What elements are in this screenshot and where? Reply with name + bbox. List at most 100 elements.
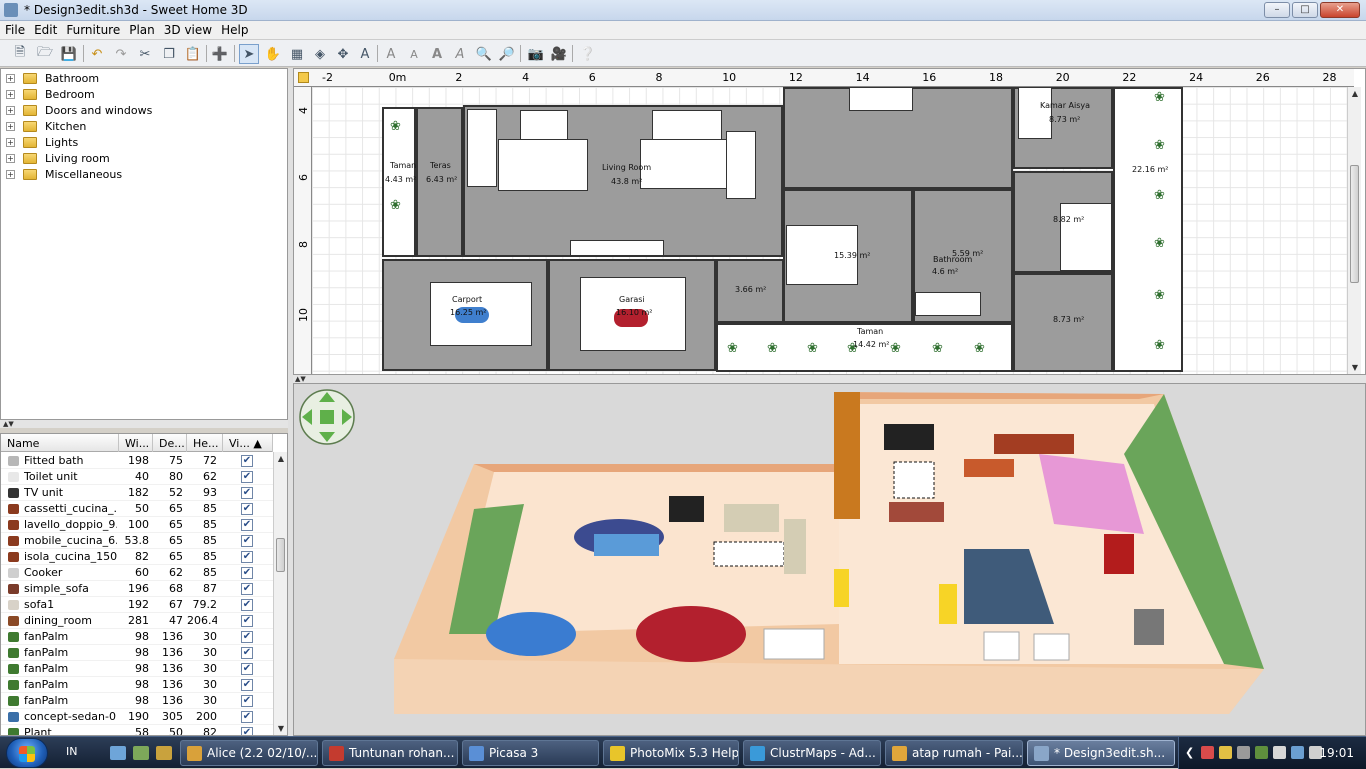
scroll-up-arrow[interactable]: ▲ — [274, 452, 287, 466]
scroll-up-arrow[interactable]: ▲ — [1348, 87, 1362, 101]
catalog-category-lights[interactable]: + Lights — [6, 134, 78, 150]
language-indicator[interactable]: IN — [66, 745, 77, 758]
table-row[interactable]: lavello_doppio_9... 100 65 85 ✔ — [1, 517, 273, 533]
visible-checkbox[interactable]: ✔ — [241, 471, 253, 483]
visible-checkbox[interactable]: ✔ — [241, 599, 253, 611]
visible-checkbox[interactable]: ✔ — [241, 631, 253, 643]
visible-checkbox[interactable]: ✔ — [241, 647, 253, 659]
undo-icon[interactable]: ↶ — [87, 44, 107, 64]
menu-edit[interactable]: Edit — [29, 21, 61, 39]
menu-help[interactable]: Help — [216, 21, 252, 39]
taskbar-button[interactable]: ClustrMaps - Ad... — [743, 740, 881, 766]
taskbar-button[interactable]: * Design3edit.sh... — [1027, 740, 1175, 766]
plan-3d-splitter[interactable]: ▲▼ — [293, 375, 1366, 383]
scroll-thumb[interactable] — [276, 538, 285, 572]
maximize-button[interactable]: □ — [1292, 2, 1318, 18]
minimize-button[interactable]: – — [1264, 2, 1290, 18]
table-row[interactable]: dining_room 281 47 206.4 ✔ — [1, 613, 273, 629]
add-furniture-icon[interactable]: ➕ — [210, 44, 230, 64]
fitted-bath[interactable] — [915, 292, 981, 316]
menu-furniture[interactable]: Furniture — [61, 21, 124, 39]
table-row[interactable]: Cooker 60 62 85 ✔ — [1, 565, 273, 581]
visible-checkbox[interactable]: ✔ — [241, 679, 253, 691]
close-button[interactable]: ✕ — [1320, 2, 1360, 18]
create-photo-icon[interactable]: 📷 — [526, 44, 546, 64]
visible-checkbox[interactable]: ✔ — [241, 551, 253, 563]
new-icon[interactable]: 🗎 — [10, 44, 30, 64]
tray-icon[interactable] — [1219, 746, 1232, 759]
plan-view[interactable]: -2 0m 2 4 6 8 10 12 14 16 18 20 22 24 26 28 4 6 8 10 — [293, 68, 1366, 375]
create-dimensions-icon[interactable]: ✥ — [333, 44, 353, 64]
catalog-splitter[interactable]: ▲▼ — [0, 420, 290, 428]
visible-checkbox[interactable]: ✔ — [241, 535, 253, 547]
column-name[interactable]: Name — [1, 434, 119, 452]
coffee-table[interactable] — [498, 139, 588, 191]
cut-icon[interactable]: ✂ — [135, 44, 155, 64]
open-icon[interactable]: 🗁 — [35, 44, 55, 64]
catalog-category-living-room[interactable]: + Living room — [6, 150, 110, 166]
table-row[interactable]: fanPalm 98 136 30 ✔ — [1, 645, 273, 661]
add-text-icon[interactable]: A — [355, 44, 375, 64]
armchair[interactable] — [520, 110, 568, 140]
kitchen-island[interactable] — [849, 87, 913, 111]
scroll-down-arrow[interactable]: ▼ — [274, 722, 287, 735]
tray-icon[interactable] — [1255, 746, 1268, 759]
create-rooms-icon[interactable]: ◈ — [310, 44, 330, 64]
column-height[interactable]: He... — [187, 434, 223, 452]
tray-icon[interactable] — [1237, 746, 1250, 759]
visible-checkbox[interactable]: ✔ — [241, 727, 253, 735]
visible-checkbox[interactable]: ✔ — [241, 663, 253, 675]
tray-icon[interactable] — [1201, 746, 1214, 759]
visible-checkbox[interactable]: ✔ — [241, 455, 253, 467]
tv-unit[interactable] — [726, 131, 756, 199]
zoom-in-icon[interactable]: 🔍 — [474, 44, 494, 64]
table-row[interactable]: Fitted bath 198 75 72 ✔ — [1, 453, 273, 469]
visible-checkbox[interactable]: ✔ — [241, 711, 253, 723]
table-row[interactable]: fanPalm 98 136 30 ✔ — [1, 677, 273, 693]
table-row[interactable]: fanPalm 98 136 30 ✔ — [1, 661, 273, 677]
catalog-category-doors-and-windows[interactable]: + Doors and windows — [6, 102, 152, 118]
visible-checkbox[interactable]: ✔ — [241, 695, 253, 707]
bed-2[interactable] — [1060, 203, 1112, 271]
quick-launch-icon[interactable] — [156, 746, 172, 760]
sofa[interactable] — [467, 109, 497, 187]
scroll-down-arrow[interactable]: ▼ — [1348, 361, 1362, 374]
visible-checkbox[interactable]: ✔ — [241, 567, 253, 579]
catalog-category-bathroom[interactable]: + Bathroom — [6, 70, 99, 86]
table-row[interactable]: concept-sedan-0... 190 305 200 ✔ — [1, 709, 273, 725]
menu-plan[interactable]: Plan — [124, 21, 159, 39]
sofa1[interactable] — [652, 110, 722, 140]
column-depth[interactable]: De... — [153, 434, 187, 452]
table-row[interactable]: cassetti_cucina_... 50 65 85 ✔ — [1, 501, 273, 517]
table-row[interactable]: Plant 58 50 82 ✔ — [1, 725, 273, 735]
create-walls-icon[interactable]: ▦ — [287, 44, 307, 64]
bold-text-icon[interactable]: A — [427, 44, 447, 64]
taskbar-button[interactable]: Tuntunan rohan... — [322, 740, 458, 766]
table-row[interactable]: sofa1 192 67 79.2 ✔ — [1, 597, 273, 613]
visible-checkbox[interactable]: ✔ — [241, 519, 253, 531]
visible-checkbox[interactable]: ✔ — [241, 583, 253, 595]
table-row[interactable]: mobile_cucina_6... 53.8 65 85 ✔ — [1, 533, 273, 549]
decrease-text-icon[interactable]: A — [404, 44, 424, 64]
garden-room[interactable] — [1113, 87, 1183, 372]
copy-icon[interactable]: ❐ — [159, 44, 179, 64]
plan-canvas[interactable]: ❀ ❀ ❀ ❀ ❀ ❀ ❀ ❀ ❀ ❀ ❀ ❀ ❀ ❀ ❀ Living Roo… — [312, 87, 1354, 374]
taskbar-button[interactable]: atap rumah - Pai... — [885, 740, 1023, 766]
start-button[interactable] — [6, 738, 48, 768]
table-row[interactable]: fanPalm 98 136 30 ✔ — [1, 693, 273, 709]
create-video-icon[interactable]: 🎥 — [549, 44, 569, 64]
taskbar-button[interactable]: Picasa 3 — [462, 740, 599, 766]
3d-view[interactable] — [293, 383, 1366, 736]
plan-scrollbar[interactable]: ▲ ▼ — [1347, 87, 1362, 374]
zoom-out-icon[interactable]: 🔎 — [497, 44, 517, 64]
italic-text-icon[interactable]: A — [450, 44, 470, 64]
catalog-category-bedroom[interactable]: + Bedroom — [6, 86, 95, 102]
battery-icon[interactable] — [1273, 746, 1286, 759]
save-icon[interactable]: 💾 — [59, 44, 79, 64]
redo-icon[interactable]: ↷ — [111, 44, 131, 64]
table-row[interactable]: Toilet unit 40 80 62 ✔ — [1, 469, 273, 485]
navigation-arrows-icon[interactable] — [298, 388, 356, 446]
menu-file[interactable]: File — [0, 21, 29, 39]
cabinet[interactable] — [570, 240, 664, 256]
tray-expand-icon[interactable]: ❮ — [1185, 746, 1198, 759]
